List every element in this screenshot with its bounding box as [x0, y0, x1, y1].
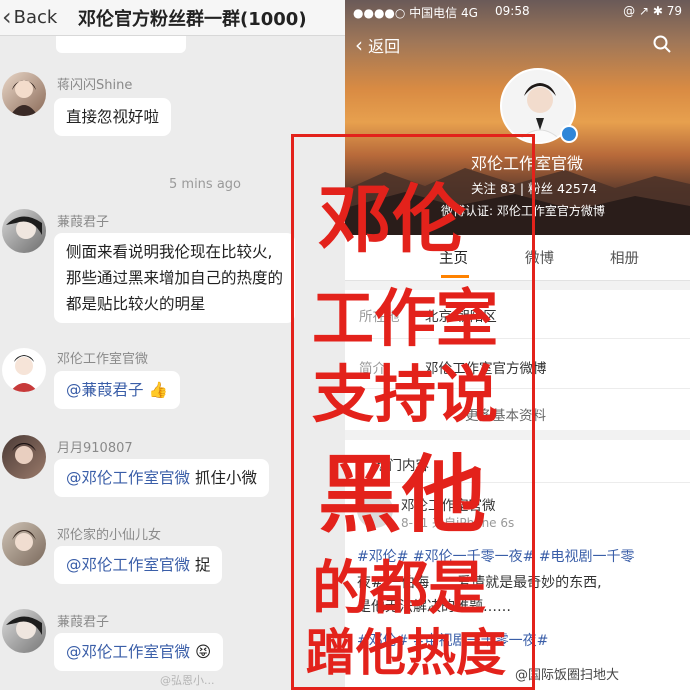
thumbs-up-icon: 👍 [148, 381, 168, 399]
previous-message-bubble [56, 36, 186, 53]
status-battery: @ ↗ ✱ 79 [623, 4, 682, 18]
verified-badge-icon [560, 125, 578, 143]
avatar[interactable] [2, 348, 46, 392]
status-carrier: ●●●●○ 中国电信 4G [353, 6, 478, 20]
status-time: 09:58 [495, 4, 530, 18]
sender-name: 蒹葭君子 [57, 615, 110, 630]
caption-line: 邓伦 [318, 177, 466, 263]
tongue-emoji-icon: 😝 [194, 643, 212, 661]
caption-line: 工作室 [312, 282, 499, 355]
message-bubble[interactable]: @邓伦工作室官微 抓住小微 [54, 459, 269, 497]
tab-album[interactable]: 相册 [610, 247, 639, 268]
back-button[interactable]: ‹ Back [2, 3, 57, 31]
sender-name: 蒋闪闪Shine [57, 78, 133, 93]
chevron-left-icon: ‹ [355, 33, 363, 57]
avatar[interactable] [2, 72, 46, 116]
chat-title: 邓伦官方粉丝群一群(1000) [78, 9, 307, 30]
mention-link[interactable]: @邓伦工作室官微 [66, 643, 190, 661]
message-line: 都是贴比较火的明星 [66, 295, 206, 313]
message-bubble[interactable]: @邓伦工作室官微 捉 [54, 546, 223, 584]
message-text: 直接忽视好啦 [66, 108, 160, 126]
avatar[interactable] [2, 609, 46, 653]
message-bubble[interactable]: @蒹葭君子 👍 [54, 371, 180, 409]
chevron-left-icon: ‹ [2, 3, 12, 31]
sender-name: 月月910807 [57, 441, 133, 456]
profile-back-label: 返回 [368, 37, 401, 56]
sender-name: 蒹葭君子 [57, 215, 110, 230]
profile-back-button[interactable]: ‹ 返回 [355, 33, 400, 57]
message-bubble[interactable]: 直接忽视好啦 [54, 98, 172, 136]
message-line: 侧面来看说明我伦现在比较火, [66, 243, 273, 261]
message-line: 那些通过黑来增加自己的热度的 [66, 269, 284, 287]
message-bubble[interactable]: 侧面来看说明我伦现在比较火, 那些通过黑来增加自己的热度的 都是贴比较火的明星 [54, 233, 296, 323]
caption-line: 的都是 [312, 554, 487, 622]
avatar[interactable] [2, 435, 46, 479]
caption-line: 蹭他热度 [306, 624, 506, 682]
sender-name: 邓伦工作室官微 [57, 352, 149, 367]
mention-link[interactable]: @邓伦工作室官微 [66, 469, 190, 487]
caption-line: 支持说 [312, 358, 499, 431]
message-text: 抓住小微 [190, 469, 257, 487]
sender-name: 邓伦家的小仙儿女 [57, 528, 162, 543]
message-bubble[interactable]: @邓伦工作室官微 😝 [54, 633, 224, 671]
avatar[interactable] [2, 522, 46, 566]
avatar[interactable] [2, 209, 46, 253]
chat-header: ‹ Back 邓伦官方粉丝群一群(1000) [0, 0, 345, 36]
back-label: Back [13, 6, 58, 28]
mention-link[interactable]: @邓伦工作室官微 [66, 556, 190, 574]
caption-line: 黑他 [318, 446, 487, 544]
message-text: 捉 [190, 556, 211, 574]
search-icon[interactable] [652, 34, 672, 54]
watermark-left: @弘恩小... [160, 674, 215, 687]
mention-link[interactable]: @蒹葭君子 [66, 381, 144, 399]
